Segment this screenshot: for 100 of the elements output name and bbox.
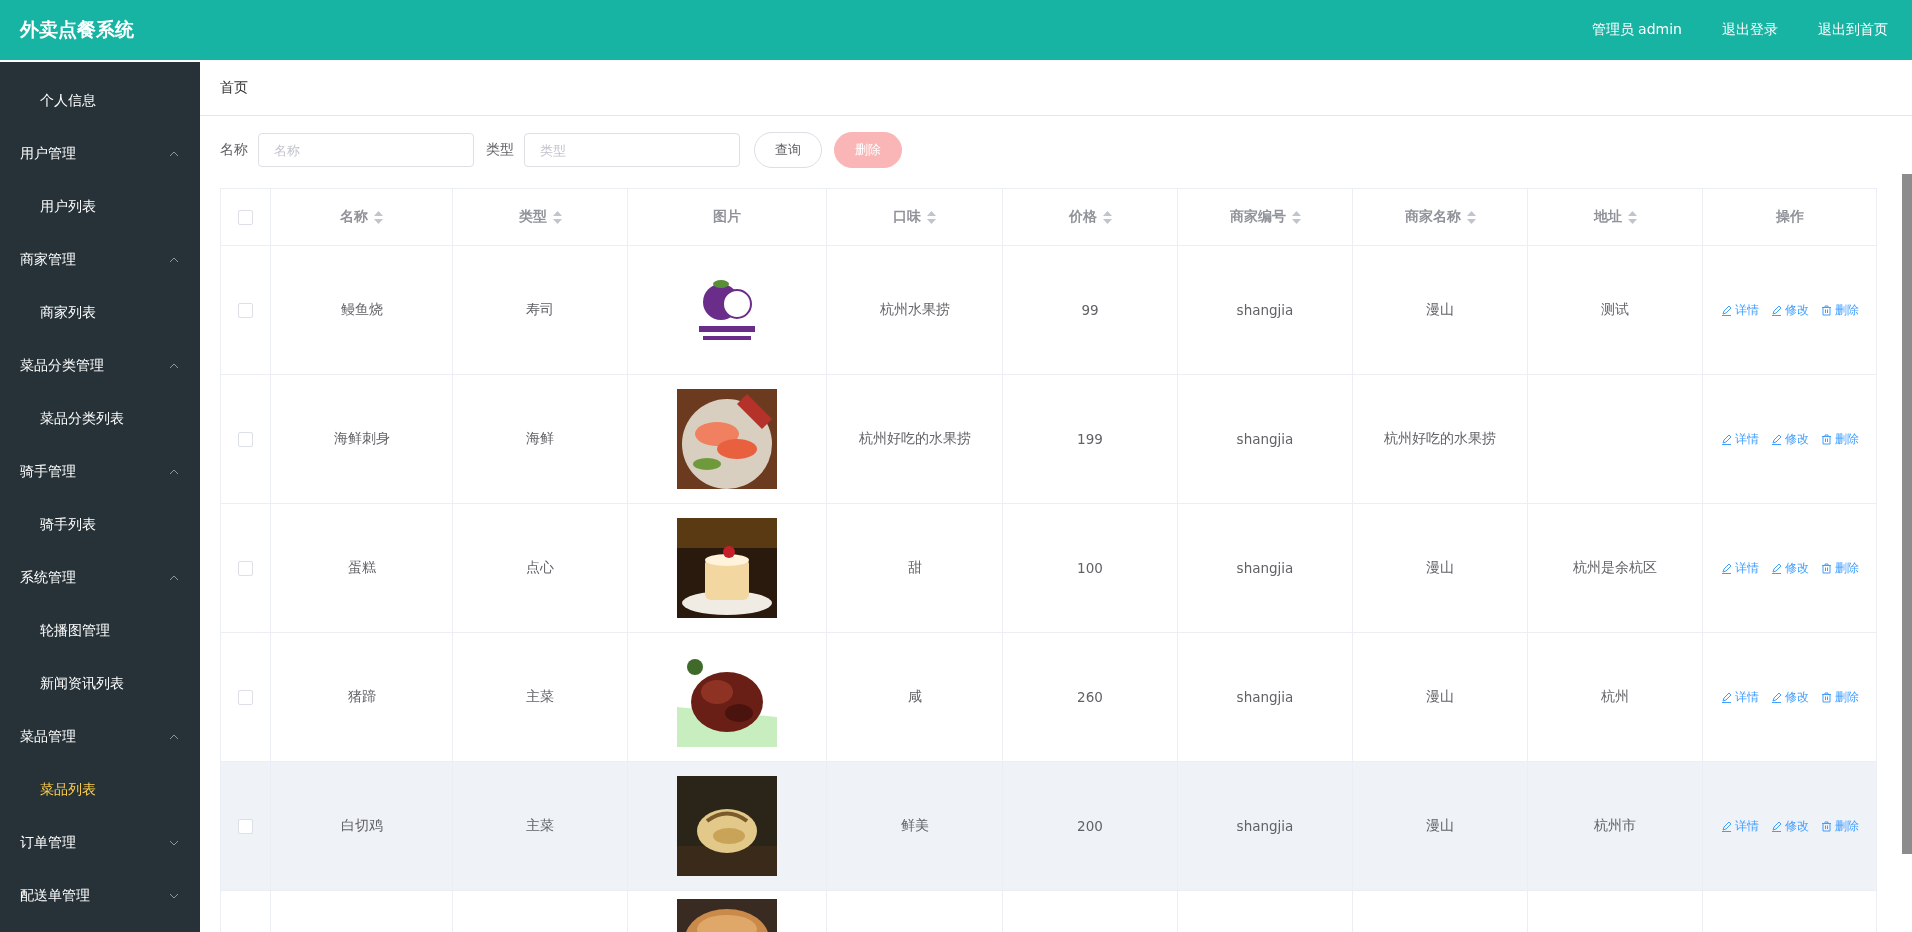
checkbox[interactable]	[238, 303, 253, 319]
table-cell: 杭州好吃的水果捞	[858, 430, 971, 446]
pencil-icon	[1720, 820, 1732, 832]
table-cell: 咸	[907, 688, 922, 704]
menu-item[interactable]: 新闻资讯列表	[0, 657, 200, 710]
sort-icon[interactable]	[1627, 210, 1637, 224]
column-header: 图片	[713, 208, 741, 226]
table-cell: 99	[1081, 302, 1099, 318]
sort-icon[interactable]	[1291, 210, 1301, 224]
sort-icon[interactable]	[927, 210, 936, 224]
pencil-icon	[1720, 433, 1732, 445]
breadcrumb[interactable]: 首页	[220, 78, 248, 97]
column-header: 口味	[893, 208, 921, 226]
column-header: 地址	[1593, 208, 1622, 226]
checkbox[interactable]	[238, 690, 253, 706]
table-cell: 猪蹄	[347, 688, 376, 704]
trash-icon	[1820, 820, 1832, 832]
table-row[interactable]: 猪蹄 主菜 咸 260 shangjia 漫山 杭州 详情 修改 删除	[220, 632, 1877, 762]
sort-icon[interactable]	[1102, 210, 1112, 224]
menu-item[interactable]: 骑手列表	[0, 498, 200, 551]
table-cell: 漫山	[1426, 688, 1454, 704]
pencil-icon	[1770, 433, 1782, 445]
checkbox[interactable]	[238, 819, 253, 835]
table-cell: 260	[1077, 689, 1103, 705]
table-cell: 杭州好吃的水果捞	[1384, 430, 1496, 446]
column-header: 商家名称	[1404, 208, 1461, 226]
table-cell: 甜	[907, 559, 922, 575]
trash-icon	[1820, 562, 1832, 574]
trash-icon	[1820, 433, 1832, 445]
search-field[interactable]: 类型	[524, 133, 740, 167]
menu-group[interactable]: 配送单管理	[0, 869, 200, 922]
table-cell: 白切鸡	[340, 817, 383, 833]
trash-icon	[1820, 691, 1832, 703]
menu-group[interactable]: 用户管理	[0, 127, 200, 180]
search-field[interactable]: 名称	[258, 133, 474, 167]
table-cell: 杭州市	[1594, 817, 1636, 833]
table-cell: shangjia	[1236, 560, 1294, 576]
menu-item[interactable]: 商家列表	[0, 286, 200, 339]
table-row[interactable]: 白切鸡 主菜 鲜美 200 shangjia 漫山 杭州市 详情 修改 删除	[220, 761, 1877, 891]
column-header: 名称	[340, 208, 368, 226]
pencil-icon	[1770, 562, 1782, 574]
checkbox[interactable]	[238, 432, 253, 448]
table-cell: 鳗鱼烧	[340, 301, 383, 317]
menu-item[interactable]: 轮播图管理	[0, 604, 200, 657]
table-cell: shangjia	[1236, 431, 1294, 447]
menu-item[interactable]: 用户列表	[0, 180, 200, 233]
table-row[interactable]: 鳗鱼烧 寿司 杭州水果捞 99 shangjia 漫山 测试 详情 修改 删除	[220, 245, 1877, 375]
table-cell: shangjia	[1236, 689, 1294, 705]
menu-group[interactable]: 系统管理	[0, 551, 200, 604]
table-cell: 杭州水果捞	[879, 301, 950, 317]
table-cell: 蛋糕	[347, 559, 376, 575]
column-header: 类型	[518, 208, 547, 226]
menu-group[interactable]: 菜品分类管理	[0, 339, 200, 392]
table-cell: 寿司	[526, 301, 554, 317]
trash-icon	[1820, 304, 1832, 316]
menu-group[interactable]: 订单管理	[0, 816, 200, 869]
checkbox[interactable]	[238, 210, 253, 226]
column-header: 商家编号	[1229, 208, 1286, 226]
pencil-icon	[1770, 304, 1782, 316]
sort-icon[interactable]	[1466, 210, 1476, 224]
table-cell: 海鲜	[526, 430, 554, 446]
field-label: 类型	[486, 141, 514, 159]
table-cell: 199	[1077, 431, 1103, 447]
table-cell: 主菜	[526, 688, 554, 704]
menu-group[interactable]: 菜品管理	[0, 710, 200, 763]
table-cell: 杭州	[1601, 688, 1629, 704]
menu-item[interactable]: 菜品列表	[0, 763, 200, 816]
table-cell: 测试	[1601, 301, 1629, 317]
table-cell: 海鲜刺身	[333, 430, 390, 446]
table-cell: shangjia	[1236, 302, 1294, 318]
sort-icon[interactable]	[374, 210, 383, 224]
query-button[interactable]: 查询	[754, 132, 822, 168]
column-header: 操作	[1775, 208, 1804, 226]
table-cell: 杭州是余杭区	[1573, 559, 1657, 575]
table-cell: 主菜	[526, 817, 554, 833]
pencil-icon	[1720, 304, 1732, 316]
table-cell: 点心	[526, 559, 554, 575]
pencil-icon	[1770, 820, 1782, 832]
field-label: 名称	[220, 141, 248, 159]
table-cell: 漫山	[1426, 301, 1454, 317]
table-cell: 200	[1077, 818, 1103, 834]
menu-group[interactable]: 骑手管理	[0, 445, 200, 498]
pencil-icon	[1770, 691, 1782, 703]
sort-icon[interactable]	[552, 210, 562, 224]
table-row[interactable]: 蛋糕 点心 甜 100 shangjia 漫山 杭州是余杭区 详情 修改 删除	[220, 503, 1877, 633]
table-row[interactable]: 海鲜刺身 海鲜 杭州好吃的水果捞 199 shangjia 杭州好吃的水果捞 详情 修改 删除	[220, 374, 1877, 504]
menu-group[interactable]: 商家管理	[0, 233, 200, 286]
menu-item[interactable]: 个人信息	[0, 74, 200, 127]
table-cell: 漫山	[1426, 559, 1454, 575]
table-cell: 100	[1077, 560, 1103, 576]
column-header: 价格	[1068, 208, 1097, 226]
table-cell: 漫山	[1426, 817, 1454, 833]
table-cell: 鲜美	[900, 817, 929, 833]
table-cell: shangjia	[1236, 818, 1294, 834]
menu-item[interactable]: 菜品分类列表	[0, 392, 200, 445]
app-title: 外卖点餐系统	[20, 17, 135, 42]
pencil-icon	[1720, 691, 1732, 703]
scrollbar[interactable]	[1902, 174, 1912, 854]
checkbox[interactable]	[238, 561, 253, 577]
pencil-icon	[1720, 562, 1732, 574]
